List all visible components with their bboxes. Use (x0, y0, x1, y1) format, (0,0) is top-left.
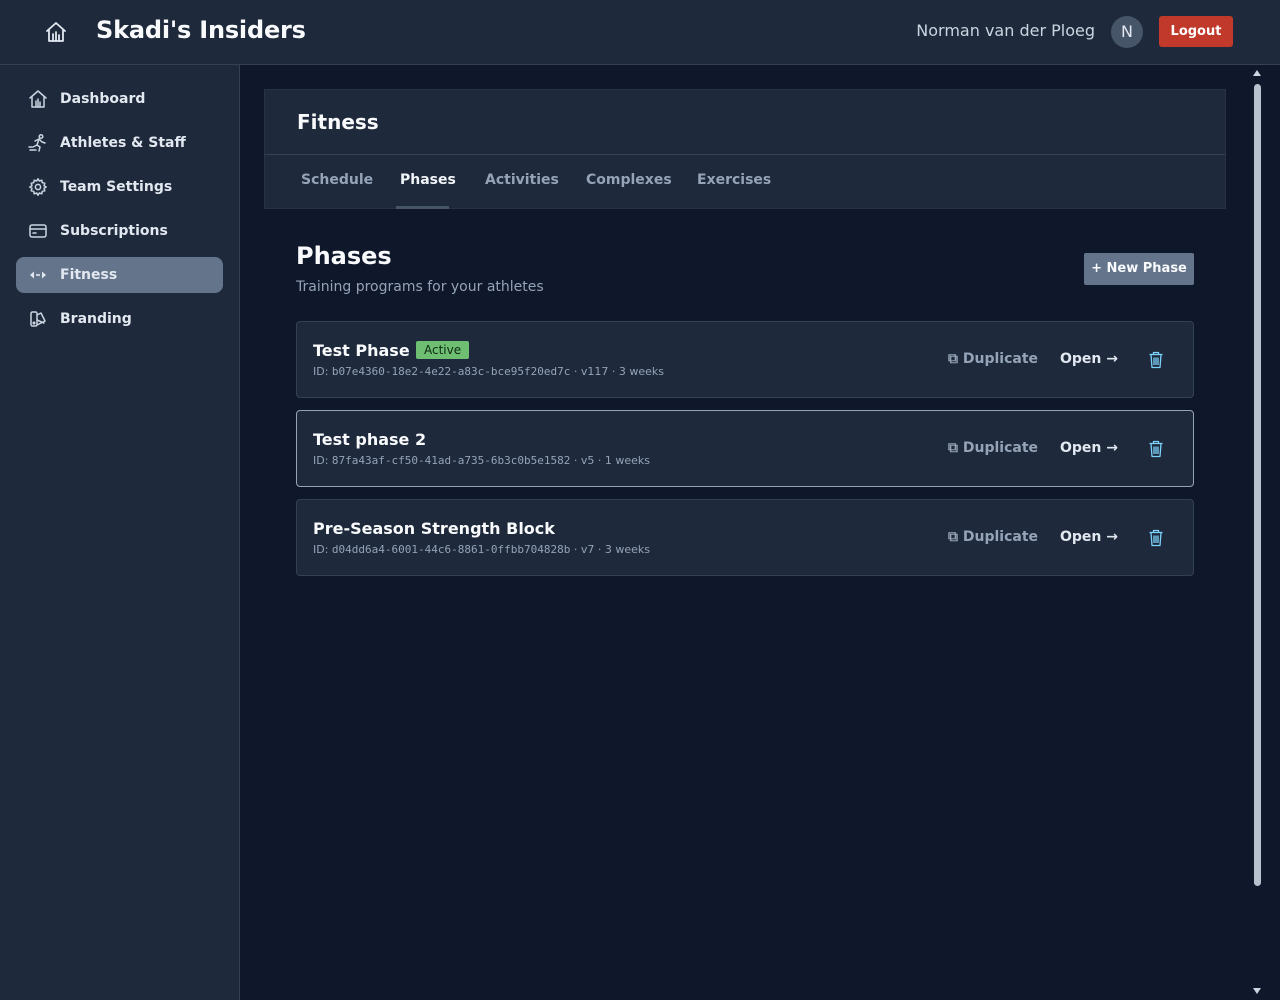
sidebar-item-fitness[interactable]: Fitness (16, 257, 223, 293)
fitness-header-card: Fitness Schedule Phases Activities Compl… (264, 89, 1226, 209)
phase-meta: ID: 87fa43af-cf50-41ad-a735-6b3c0b5e1582… (313, 454, 650, 467)
scrollbar-thumb[interactable] (1254, 84, 1261, 886)
duplicate-button[interactable]: ⧉ Duplicate (948, 351, 1038, 367)
section-heading: Phases (296, 242, 392, 270)
trash-icon[interactable] (1148, 529, 1164, 547)
sidebar-item-dashboard[interactable]: Dashboard (16, 81, 223, 117)
phase-id: b07e4360-18e2-4e22-a83c-bce95f20ed7c (331, 365, 571, 378)
open-button[interactable]: Open → (1060, 440, 1118, 456)
athletes-icon (28, 133, 46, 152)
home-icon[interactable] (44, 20, 68, 44)
trash-icon[interactable] (1148, 440, 1164, 458)
phase-meta: ID: b07e4360-18e2-4e22-a83c-bce95f20ed7c… (313, 365, 664, 378)
duplicate-button[interactable]: ⧉ Duplicate (948, 529, 1038, 545)
app-title: Skadi's Insiders (96, 16, 306, 44)
sidebar-item-label: Athletes & Staff (60, 135, 186, 151)
tab-activities[interactable]: Activities (485, 172, 559, 188)
section-subtitle: Training programs for your athletes (296, 279, 544, 295)
status-badge: Active (416, 341, 470, 359)
open-button[interactable]: Open → (1060, 351, 1118, 367)
sidebar-item-label: Fitness (60, 267, 118, 283)
tab-phases[interactable]: Phases (400, 172, 456, 188)
sidebar-item-label: Dashboard (60, 91, 146, 107)
phase-id: 87fa43af-cf50-41ad-a735-6b3c0b5e1582 (331, 454, 571, 467)
credit-card-icon (29, 224, 47, 238)
phase-row[interactable]: Test Phase 1 Active ID: b07e4360-18e2-4e… (296, 321, 1194, 398)
sidebar-item-label: Subscriptions (60, 223, 168, 239)
id-label: ID: (313, 365, 332, 378)
sidebar-item-team-settings[interactable]: Team Settings (16, 169, 223, 205)
phase-details: · v5 · 1 weeks (570, 454, 650, 467)
sidebar-item-subscriptions[interactable]: Subscriptions (16, 213, 223, 249)
duplicate-button[interactable]: ⧉ Duplicate (948, 440, 1038, 456)
phase-details: · v7 · 3 weeks (570, 543, 650, 556)
scroll-down-arrow-icon[interactable] (1252, 987, 1262, 995)
trash-icon[interactable] (1148, 351, 1164, 369)
gear-icon (29, 178, 47, 196)
top-bar: Skadi's Insiders Norman van der Ploeg N … (0, 0, 1280, 65)
phase-details: · v117 · 3 weeks (570, 365, 664, 378)
avatar[interactable]: N (1111, 16, 1143, 48)
id-label: ID: (313, 543, 332, 556)
phase-name: Pre-Season Strength Block (313, 519, 555, 538)
phase-row[interactable]: Pre-Season Strength Block ID: d04dd6a4-6… (296, 499, 1194, 576)
sidebar-item-label: Branding (60, 311, 132, 327)
open-button[interactable]: Open → (1060, 529, 1118, 545)
palette-icon (30, 311, 46, 327)
phase-id: d04dd6a4-6001-44c6-8861-0ffbb704828b (331, 543, 571, 556)
new-phase-button[interactable]: + New Phase (1084, 253, 1194, 285)
tab-exercises[interactable]: Exercises (697, 172, 771, 188)
sidebar-item-label: Team Settings (60, 179, 173, 195)
tab-complexes[interactable]: Complexes (586, 172, 672, 188)
sidebar: Dashboard Athletes & Staff Team Settings… (0, 65, 240, 1000)
logout-button[interactable]: Logout (1159, 16, 1233, 47)
dumbbell-icon (30, 271, 46, 279)
phase-row[interactable]: Test phase 2 ID: 87fa43af-cf50-41ad-a735… (296, 410, 1194, 487)
sidebar-item-athletes-staff[interactable]: Athletes & Staff (16, 125, 223, 161)
phase-meta: ID: d04dd6a4-6001-44c6-8861-0ffbb704828b… (313, 543, 650, 556)
phase-name: Test Phase 1 (313, 341, 427, 360)
tab-schedule[interactable]: Schedule (301, 172, 373, 188)
phase-name: Test phase 2 (313, 430, 427, 449)
page-title: Fitness (297, 110, 379, 134)
user-name: Norman van der Ploeg (916, 21, 1095, 40)
sidebar-item-branding[interactable]: Branding (16, 301, 223, 337)
dashboard-icon (29, 90, 47, 108)
divider (265, 154, 1225, 155)
id-label: ID: (313, 454, 332, 467)
scroll-up-arrow-icon[interactable] (1252, 69, 1262, 77)
active-tab-indicator (396, 206, 449, 209)
